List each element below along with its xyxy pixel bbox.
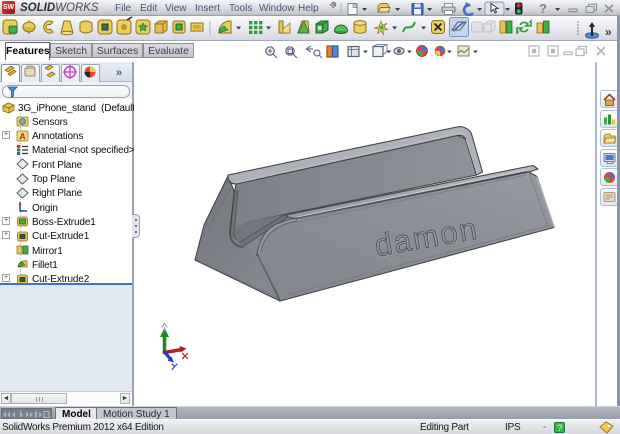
svg-text:»: » bbox=[605, 25, 612, 39]
svg-text:A: A bbox=[19, 131, 26, 141]
svg-text:»: » bbox=[116, 67, 122, 79]
svg-text:?: ? bbox=[539, 1, 547, 16]
